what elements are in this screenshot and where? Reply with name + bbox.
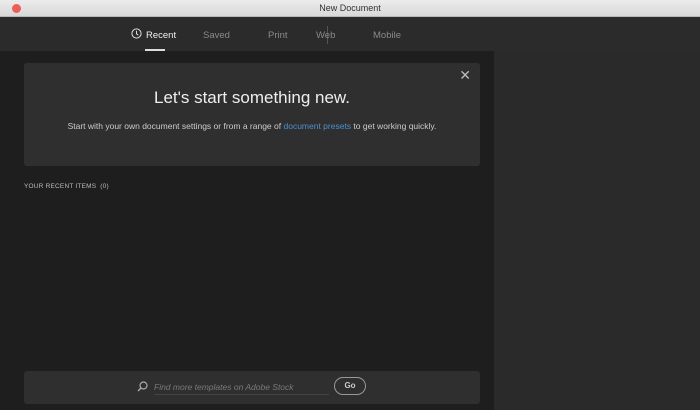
tab-recent[interactable]: Recent <box>146 30 176 41</box>
title-bar: New Document <box>0 0 700 17</box>
recent-items-count: (0) <box>100 183 109 190</box>
recent-items-label: YOUR RECENT ITEMS <box>24 183 97 190</box>
welcome-banner: ✕ Let's start something new. Start with … <box>24 63 480 166</box>
tab-print[interactable]: Print <box>268 30 288 41</box>
tab-bar: Recent Saved Print Web Mobile <box>0 17 700 51</box>
preview-panel <box>494 51 700 410</box>
stock-search-input[interactable] <box>154 379 329 395</box>
banner-text-after: to get working quickly. <box>351 121 437 131</box>
stock-search-bar: Go <box>24 371 480 404</box>
banner-headline: Let's start something new. <box>153 88 350 107</box>
document-presets-link[interactable]: document presets <box>283 121 351 131</box>
search-icon <box>137 381 148 392</box>
tab-mobile[interactable]: Mobile <box>373 30 401 41</box>
banner-text: Start with your own document settings or… <box>64 119 440 133</box>
go-button[interactable]: Go <box>334 377 366 395</box>
banner-text-before: Start with your own document settings or… <box>67 121 284 131</box>
window-title: New Document <box>319 3 381 13</box>
close-banner-icon[interactable]: ✕ <box>459 67 471 84</box>
main-panel: ✕ Let's start something new. Start with … <box>0 51 494 410</box>
tab-saved[interactable]: Saved <box>203 30 230 41</box>
recent-items-heading: YOUR RECENT ITEMS (0) <box>24 183 109 190</box>
clock-icon <box>131 28 142 39</box>
tab-web[interactable]: Web <box>316 30 335 41</box>
